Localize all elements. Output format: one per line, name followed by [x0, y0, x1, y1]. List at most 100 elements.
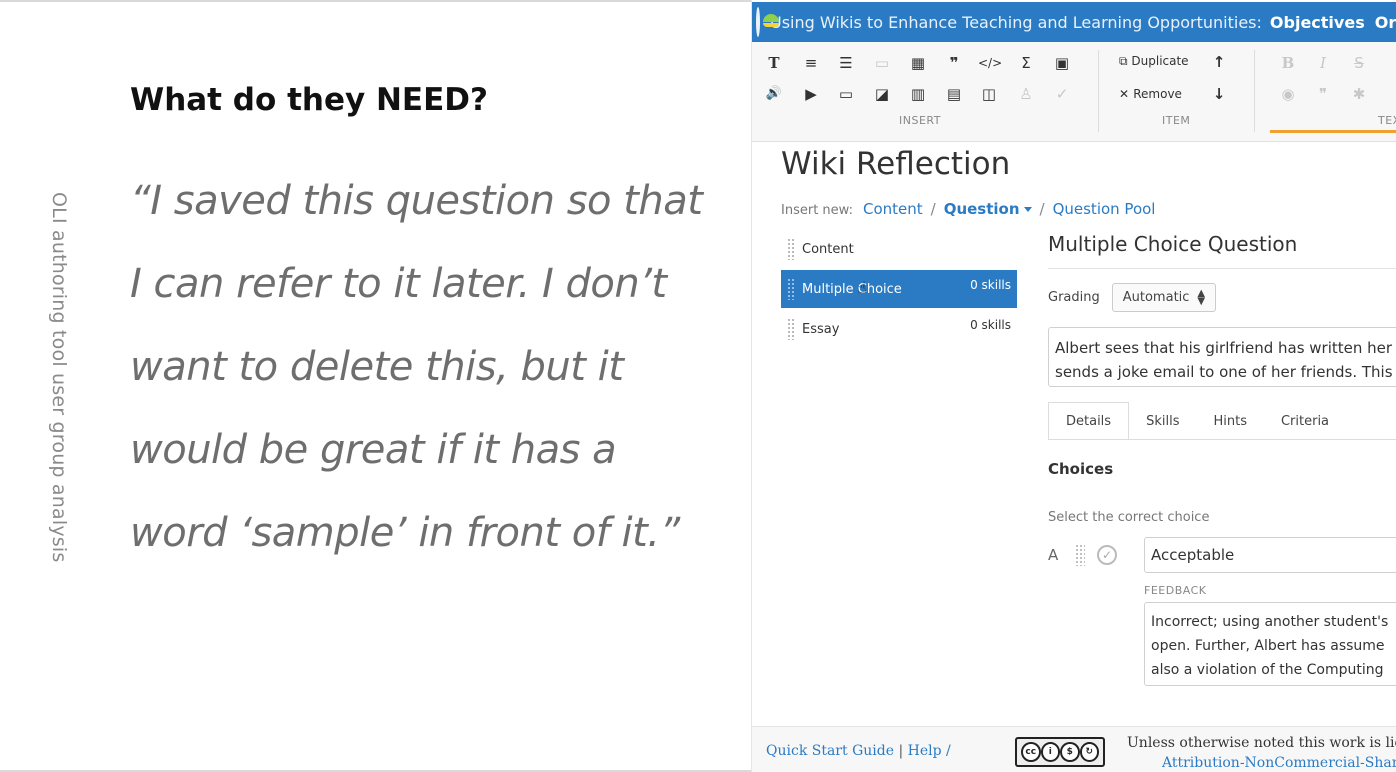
foreign-icon[interactable]: ✱ — [1348, 83, 1370, 105]
insert-new-bar: Insert new: Content / Question / Questio… — [781, 200, 1155, 218]
flask-icon[interactable]: ♙ — [1015, 83, 1037, 105]
noncommercial-icon: $ — [1060, 742, 1080, 762]
tab-criteria[interactable]: Criteria — [1264, 402, 1346, 440]
insert-question-dropdown[interactable]: Question — [944, 200, 1032, 218]
item-label: Content — [802, 241, 854, 257]
app-footer: Quick Start Guide | Help / cc i $ ↻ Unle… — [752, 726, 1396, 772]
creative-commons-badge-icon[interactable]: cc i $ ↻ — [1015, 737, 1105, 767]
question-title: Multiple Choice Question — [1048, 232, 1298, 256]
remove-icon: ✕ — [1119, 87, 1134, 101]
question-divider — [1048, 268, 1396, 269]
insert-group-label: INSERT — [899, 114, 941, 127]
license-text: Unless otherwise noted this work is lice… — [1127, 735, 1396, 751]
youtube-icon[interactable]: ▶ — [800, 83, 822, 105]
term-icon[interactable]: ◉ — [1277, 83, 1299, 105]
image-icon[interactable]: ▣ — [1051, 52, 1073, 74]
select-correct-label: Select the correct choice — [1048, 510, 1210, 525]
item-skills-count: 0 skills — [970, 318, 1011, 332]
vertical-caption: OLI authoring tool user group analysis — [48, 192, 70, 563]
item-essay[interactable]: Essay 0 skills — [781, 310, 1017, 348]
drag-handle-icon[interactable] — [787, 238, 795, 260]
toolbar-divider — [1098, 50, 1099, 132]
sharealike-icon: ↻ — [1079, 742, 1099, 762]
active-toolbar-indicator — [1270, 130, 1396, 133]
italic-icon[interactable]: I — [1312, 52, 1334, 74]
remove-button[interactable]: ✕ Remove — [1119, 87, 1182, 101]
tabs-divider — [1048, 439, 1396, 440]
quote-icon[interactable]: ❞ — [943, 52, 965, 74]
item-list: Content Multiple Choice 0 skills ☝ Essay… — [781, 230, 1017, 350]
drag-handle-icon[interactable] — [787, 318, 795, 340]
unordered-list-icon[interactable]: ☰ — [835, 52, 857, 74]
duplicate-icon: ⧉ — [1119, 54, 1132, 68]
editor-toolbar: T ≡ ☰ ▭ ▦ ❞ </> Σ ▣ 🔊 ▶ ▭ ◪ ▥ ▤ ◫ ♙ ✓ IN… — [752, 42, 1396, 142]
nav-objectives[interactable]: Objectives — [1270, 13, 1365, 32]
question-pool-link[interactable]: Question Pool — [1053, 200, 1156, 218]
code-icon[interactable]: </> — [978, 52, 1002, 74]
insert-separator: / — [930, 200, 936, 218]
text-block-icon[interactable]: T — [763, 52, 785, 74]
quote-line: “I saved this question so that — [130, 178, 703, 224]
formula-icon[interactable]: Σ — [1015, 52, 1037, 74]
columns-icon[interactable]: ◫ — [978, 83, 1000, 105]
ordered-list-icon[interactable]: ≡ — [800, 52, 822, 74]
insert-new-label: Insert new: — [781, 203, 853, 218]
strikethrough-icon[interactable]: S — [1348, 52, 1370, 74]
quote-line: want to delete this, but it — [130, 344, 624, 390]
quote-line: I can refer to it later. I don’t — [130, 261, 667, 307]
nav-organize[interactable]: Org — [1375, 13, 1396, 32]
question-tabs: Details Skills Hints Criteria — [1048, 402, 1346, 440]
drag-handle-icon[interactable] — [787, 278, 795, 300]
iframe-icon[interactable]: ▭ — [835, 83, 857, 105]
quote-line: would be great if it has a — [130, 427, 617, 473]
oli-logo-icon[interactable] — [756, 7, 779, 37]
help-link[interactable]: Help / — [908, 743, 951, 759]
chart-icon[interactable]: ▥ — [907, 83, 929, 105]
feedback-label: FEEDBACK — [1144, 584, 1207, 597]
app-topbar: Using Wikis to Enhance Teaching and Lear… — [752, 2, 1396, 42]
drag-handle-icon[interactable] — [1075, 544, 1085, 566]
footer-links: Quick Start Guide | Help / — [766, 743, 951, 759]
grading-select[interactable]: Automatic ▲ ▼ — [1111, 283, 1217, 312]
book-icon[interactable]: ▤ — [943, 83, 965, 105]
choice-letter: A — [1048, 546, 1059, 564]
insert-content-link[interactable]: Content — [863, 200, 923, 218]
quote-line: word ‘sample’ in front of it.” — [130, 510, 680, 556]
item-content[interactable]: Content — [781, 230, 1017, 268]
select-arrows-icon: ▲ ▼ — [1197, 287, 1206, 307]
move-down-icon[interactable]: ↓ — [1208, 83, 1230, 105]
toolbar-divider — [1254, 50, 1255, 132]
item-label: Multiple Choice — [802, 281, 902, 297]
attribution-icon: i — [1040, 742, 1060, 762]
choices-heading: Choices — [1048, 460, 1114, 478]
feedback-editor[interactable]: Incorrect; using another student's open.… — [1144, 602, 1396, 686]
slide-title: What do they NEED? — [130, 82, 488, 118]
item-skills-count: 0 skills — [970, 278, 1011, 292]
duplicate-button[interactable]: ⧉ Duplicate — [1119, 54, 1189, 69]
audio-icon[interactable]: 🔊 — [763, 83, 785, 105]
tab-details[interactable]: Details — [1048, 402, 1130, 440]
page-heading: Wiki Reflection — [781, 146, 1011, 182]
question-body-editor[interactable]: Albert sees that his girlfriend has writ… — [1048, 327, 1396, 387]
course-title: Using Wikis to Enhance Teaching and Lear… — [770, 12, 1262, 32]
tab-hints[interactable]: Hints — [1196, 402, 1264, 440]
authoring-tool-screenshot: Using Wikis to Enhance Teaching and Lear… — [751, 0, 1396, 772]
chevron-down-icon — [1023, 207, 1032, 212]
definition-icon[interactable]: ▭ — [871, 52, 893, 74]
license-link[interactable]: Attribution-NonCommercial-ShareA — [1162, 755, 1396, 771]
grading-row: Grading Automatic ▲ ▼ — [1048, 283, 1217, 312]
tab-skills[interactable]: Skills — [1129, 402, 1196, 440]
choice-input[interactable]: Acceptable — [1144, 537, 1396, 573]
inline-quote-icon[interactable]: ❞ — [1312, 83, 1334, 105]
item-multiple-choice[interactable]: Multiple Choice 0 skills ☝ — [781, 270, 1017, 308]
external-link-icon[interactable]: ◪ — [871, 83, 893, 105]
insert-separator: / — [1039, 200, 1045, 218]
move-up-icon[interactable]: ↑ — [1208, 51, 1230, 73]
bold-icon[interactable]: B — [1277, 52, 1299, 74]
correct-check-icon[interactable]: ✓ — [1097, 545, 1117, 565]
cc-icon: cc — [1021, 742, 1041, 762]
quick-start-link[interactable]: Quick Start Guide — [766, 743, 894, 759]
item-label: Essay — [802, 321, 840, 337]
table-icon[interactable]: ▦ — [907, 52, 929, 74]
check-icon[interactable]: ✓ — [1051, 83, 1073, 105]
